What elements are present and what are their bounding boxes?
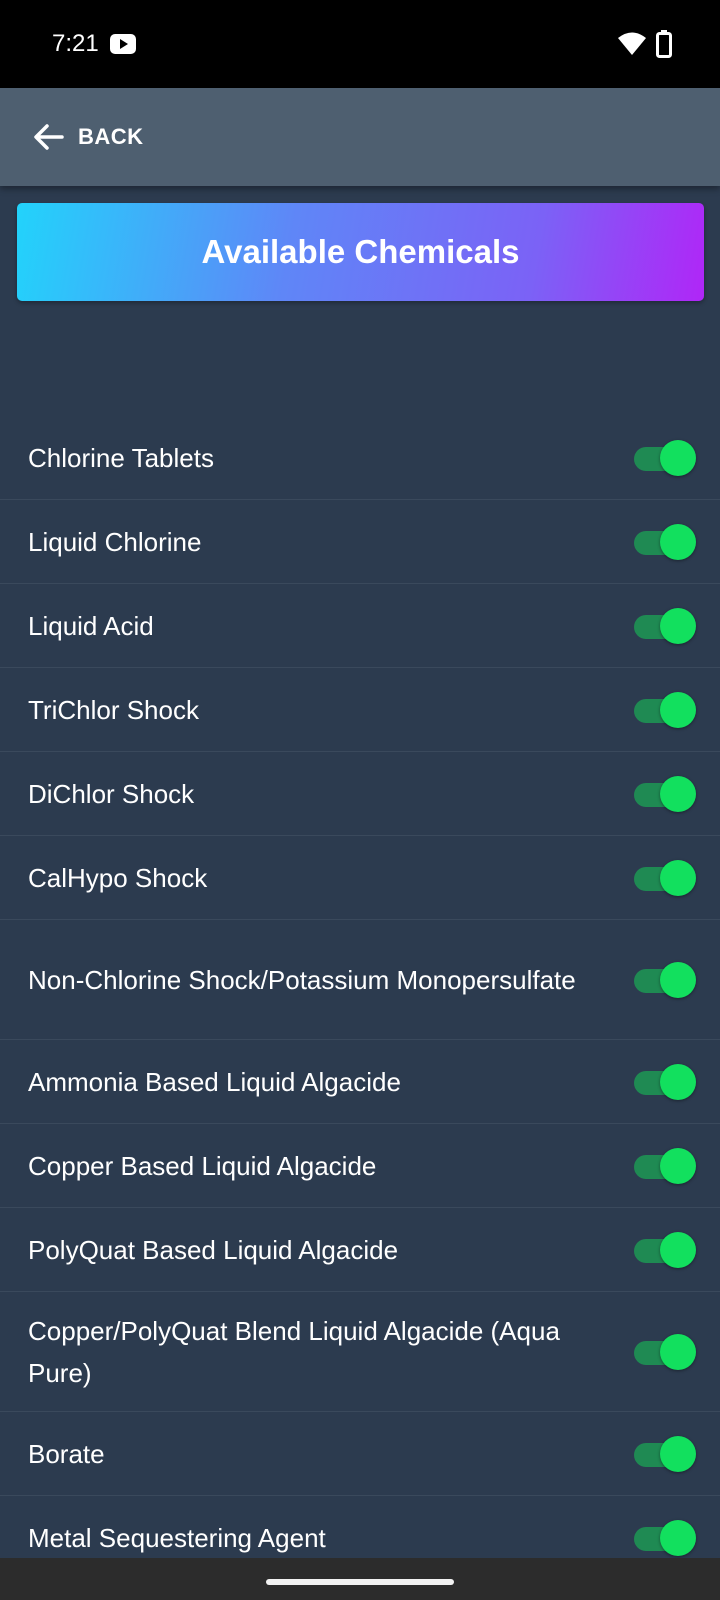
page-title: Available Chemicals [201,233,520,270]
toggle-thumb [660,1147,696,1184]
chemical-toggle[interactable] [630,606,696,646]
toggle-thumb [660,691,696,728]
app-bar: BACK [0,88,720,186]
list-item: Non-Chlorine Shock/Potassium Monopersulf… [0,920,720,1040]
chemical-label: Chlorine Tablets [28,442,214,473]
list-item: Liquid Acid [0,584,720,668]
chemical-toggle[interactable] [630,438,696,478]
chemical-toggle[interactable] [630,858,696,898]
list-item: Copper Based Liquid Algacide [0,1124,720,1208]
chemical-toggle[interactable] [630,1062,696,1102]
chemical-label: DiChlor Shock [28,778,195,809]
toggle-thumb [660,775,696,812]
list-item: Liquid Chlorine [0,500,720,584]
toggle-thumb [660,1231,696,1268]
chemical-toggle[interactable] [630,1146,696,1186]
chemical-toggle[interactable] [630,522,696,562]
chemical-toggle[interactable] [630,1230,696,1270]
list-item: Borate [0,1412,720,1496]
chemical-label: Liquid Chlorine [28,526,202,557]
chemical-label: Copper Based Liquid Algacide [28,1150,377,1181]
chemical-toggle[interactable] [630,774,696,814]
toggle-thumb [660,1519,696,1556]
chemical-toggle[interactable] [630,1434,696,1474]
chemical-toggle[interactable] [630,1332,696,1372]
list-item: PolyQuat Based Liquid Algacide [0,1208,720,1292]
list-item: DiChlor Shock [0,752,720,836]
header-banner: Available Chemicals [17,203,704,301]
chemical-label: TriChlor Shock [28,694,199,725]
navigation-bar [0,1558,720,1600]
toggle-thumb [660,1063,696,1100]
chemical-toggle[interactable] [630,960,696,1000]
chemical-label: Liquid Acid [28,610,154,641]
status-bar: 7:21 [0,0,720,88]
chemical-label: CalHypo Shock [28,862,208,893]
chemical-toggle[interactable] [630,1518,696,1558]
chemical-label: Ammonia Based Liquid Algacide [28,1066,401,1097]
chemical-toggle[interactable] [630,690,696,730]
toggle-thumb [660,961,696,998]
arrow-left-icon [34,124,64,150]
chemical-label: Borate [28,1438,105,1469]
toggle-thumb [660,523,696,560]
list-item: CalHypo Shock [0,836,720,920]
back-label: BACK [78,124,144,149]
battery-icon [656,30,672,58]
home-gesture-handle[interactable] [266,1579,454,1585]
chemical-label: Metal Sequestering Agent [28,1522,326,1553]
youtube-notification-icon [110,34,136,54]
status-time: 7:21 [52,30,99,57]
back-button[interactable]: BACK [26,110,150,164]
toggle-thumb [660,1333,696,1370]
toggle-thumb [660,607,696,644]
chemical-label: PolyQuat Based Liquid Algacide [28,1234,399,1265]
list-item: Ammonia Based Liquid Algacide [0,1040,720,1124]
chemical-label: Non-Chlorine Shock/Potassium Monopersulf… [28,964,576,995]
toggle-thumb [660,1435,696,1472]
wifi-icon [618,32,646,55]
toggle-thumb [660,439,696,476]
toggle-thumb [660,859,696,896]
list-item: Copper/PolyQuat Blend Liquid Algacide (A… [0,1292,720,1412]
list-item: TriChlor Shock [0,668,720,752]
chemical-list: Chlorine Tablets Liquid Chlorine Liquid … [0,416,720,1580]
chemical-label: Copper/PolyQuat Blend Liquid Algacide (A… [28,1315,560,1388]
list-item: Chlorine Tablets [0,416,720,500]
